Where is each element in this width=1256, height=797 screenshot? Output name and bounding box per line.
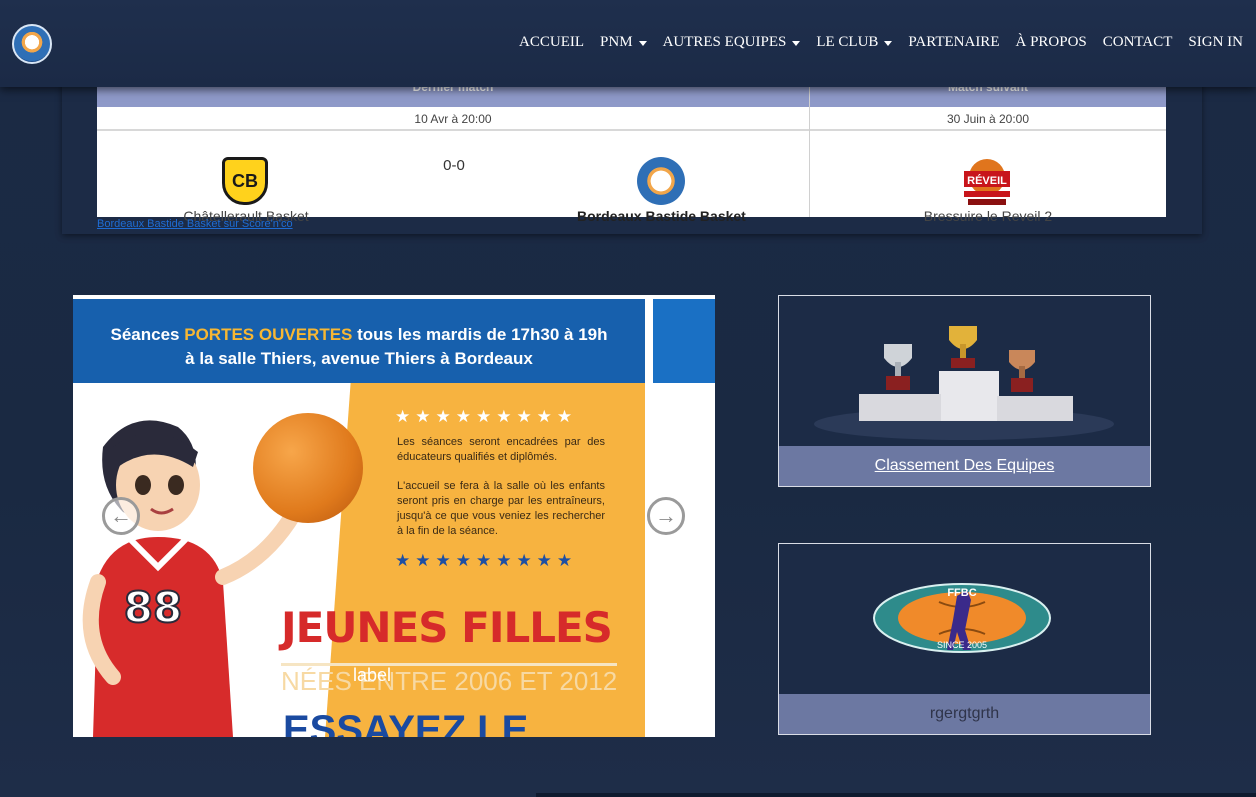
reveil-logo: RÉVEIL: [964, 159, 1010, 205]
slide-subtitle: NÉES ENTRE 2006 ET 2012: [281, 663, 618, 697]
nav-item-accueil[interactable]: ACCUEIL: [519, 34, 584, 51]
basketball-image: [253, 413, 363, 523]
image-carousel[interactable]: Séances PORTES OUVERTES tous les mardis …: [73, 295, 715, 737]
chevron-down-icon: [792, 40, 801, 46]
slide-caption: label: [353, 665, 392, 685]
chevron-down-icon: [638, 40, 647, 46]
star-row-white: ★★★★★★★★★: [395, 407, 578, 426]
ranking-card[interactable]: Classement Des Equipes: [778, 295, 1151, 487]
ffbc-badge-image: FFBC SINCE 2005: [779, 544, 1150, 694]
nav-item-pnm[interactable]: PNM: [600, 34, 647, 51]
last-match-date: 10 Avr à 20:00: [414, 112, 492, 126]
arrow-left-icon: ←: [110, 503, 132, 528]
banner-text: tous les mardis de 17h30 à 19h: [352, 325, 608, 344]
slide-title: JEUNES FILLES: [281, 603, 613, 652]
slide-banner: Séances PORTES OUVERTES tous les mardis …: [73, 299, 645, 383]
nav-label: ACCUEIL: [519, 34, 585, 50]
jersey-number: 88: [124, 583, 182, 632]
club-logo[interactable]: [12, 24, 52, 64]
nav-item-sign-in[interactable]: SIGN IN: [1188, 34, 1243, 51]
banner-line-2: à la salle Thiers, avenue Thiers à Borde…: [185, 349, 533, 368]
logo-text: CB: [232, 170, 258, 191]
nav-label: CONTACT: [1102, 34, 1173, 50]
banner-highlight: PORTES OUVERTES: [184, 325, 353, 344]
next-match-date: 30 Juin à 20:00: [946, 112, 1030, 126]
next-slide-banner: [653, 299, 715, 383]
ffbc-card[interactable]: FFBC SINCE 2005 rgergtgrth: [778, 543, 1151, 735]
nav-item-contact[interactable]: CONTACT: [1103, 34, 1173, 51]
carousel-slide: Séances PORTES OUVERTES tous les mardis …: [73, 295, 647, 737]
nav-label: PARTENAIRE: [908, 34, 1000, 50]
carousel-prev-button[interactable]: ←: [102, 497, 140, 535]
score-table: Dernier match Match suivant 10 Avr à 20:…: [97, 80, 1166, 224]
nav-label: SIGN IN: [1188, 34, 1243, 50]
star-row-blue: ★★★★★★★★★: [395, 551, 578, 570]
nav-label: PNM: [600, 34, 633, 50]
score-header-row: Dernier match Match suivant: [97, 80, 1166, 107]
match-score: 0-0: [443, 157, 465, 174]
date-row: 10 Avr à 20:00 30 Juin à 20:00: [97, 107, 1166, 131]
last-match-header: Dernier match: [412, 80, 494, 94]
slide-text-2: L'accueil se fera à la salle où les enfa…: [397, 480, 605, 537]
score-widget: Dernier match Match suivant 10 Avr à 20:…: [62, 70, 1202, 234]
nav-menu: ACCUEIL PNM AUTRES EQUIPES LE CLUB PARTE…: [519, 34, 1243, 51]
nav-label: LE CLUB: [816, 34, 879, 50]
next-match-header: Match suivant: [947, 80, 1028, 94]
next-opponent-name: Bressuire le Reveil 2: [923, 208, 1053, 224]
nav-item-le-club[interactable]: LE CLUB: [816, 34, 893, 51]
chevron-down-icon: [884, 40, 893, 46]
divider: [809, 87, 810, 217]
nav-item-partenaire[interactable]: PARTENAIRE: [908, 34, 999, 51]
banner-text: Séances: [110, 325, 185, 344]
arrow-right-icon: →: [655, 503, 677, 528]
ffbc-label-bar: rgergtgrth: [779, 694, 1150, 734]
nav-label: AUTRES EQUIPES: [662, 34, 787, 50]
banner-line-1: Séances PORTES OUVERTES tous les mardis …: [73, 323, 645, 347]
chatellerault-logo: CB: [222, 157, 268, 205]
carousel-next-button[interactable]: →: [647, 497, 685, 535]
slide-text-1: Les séances seront encadrées par des édu…: [397, 436, 605, 463]
footer-edge: [536, 793, 1256, 797]
badge-text: FFBC: [947, 587, 976, 599]
trophy-podium-image: [779, 296, 1150, 446]
ranking-label-bar: Classement Des Equipes: [779, 446, 1150, 486]
ffbc-label: rgergtgrth: [929, 705, 1000, 722]
bordeaux-bastide-logo: [637, 157, 685, 205]
navbar: ACCUEIL PNM AUTRES EQUIPES LE CLUB PARTE…: [0, 0, 1256, 87]
reveil-logo-text: RÉVEIL: [967, 174, 1007, 187]
away-team-name: Bordeaux Bastide Basket: [577, 208, 746, 224]
badge-since: SINCE 2005: [937, 640, 987, 650]
nav-item-a-propos[interactable]: À PROPOS: [1015, 34, 1086, 51]
nav-label: À PROPOS: [1015, 34, 1087, 50]
scorenco-link[interactable]: Bordeaux Bastide Basket sur Score'n'co: [97, 218, 293, 230]
slide-cut-title: ESSAYEZ LE: [283, 708, 529, 737]
nav-item-autres-equipes[interactable]: AUTRES EQUIPES: [663, 34, 801, 51]
ranking-link[interactable]: Classement Des Equipes: [875, 457, 1055, 474]
